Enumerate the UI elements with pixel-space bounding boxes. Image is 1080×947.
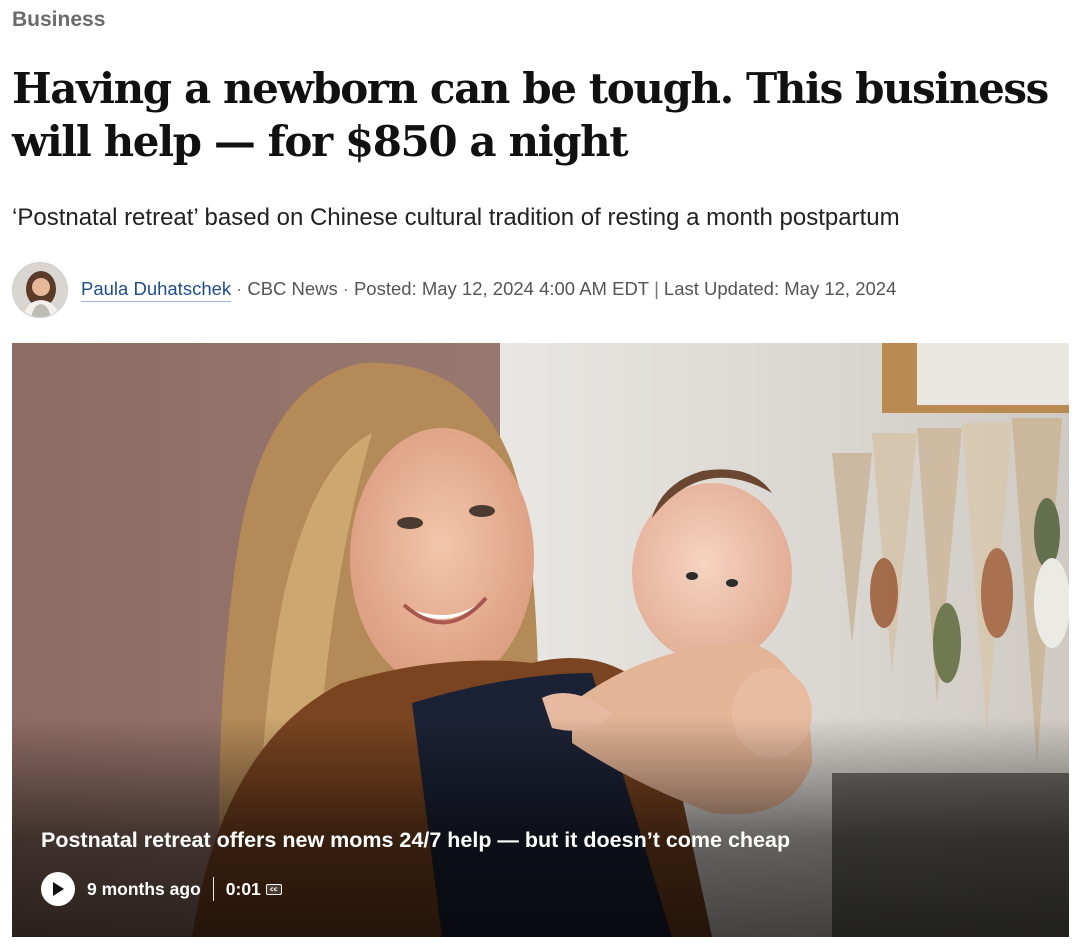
play-icon [53,882,64,896]
meta-divider [212,877,214,901]
video-meta: 9 months ago 0:01 cc [41,871,282,907]
byline: Paula Duhatschek · CBC News · Posted: Ma… [12,261,896,319]
video-age: 9 months ago [87,878,201,899]
byline-separator: · [342,278,349,299]
play-button[interactable] [41,872,75,906]
section-link-business[interactable]: Business [12,8,105,32]
video-duration: 0:01 [225,878,261,899]
posted-date: Posted: May 12, 2024 4:00 AM EDT [353,278,650,299]
author-link[interactable]: Paula Duhatschek [81,278,232,302]
article-headline: Having a newborn can be tough. This busi… [12,64,1049,166]
hero-video[interactable]: Postnatal retreat offers new moms 24/7 h… [12,343,1069,937]
byline-separator: · [236,278,243,299]
article-deck: ‘Postnatal retreat’ based on Chinese cul… [12,204,900,231]
author-avatar[interactable] [12,262,68,318]
video-title[interactable]: Postnatal retreat offers new moms 24/7 h… [41,828,790,853]
updated-date: Last Updated: May 12, 2024 [663,278,897,299]
closed-captions-icon: cc [265,883,282,895]
byline-pipe: | [654,278,659,299]
byline-source: CBC News [247,278,338,299]
